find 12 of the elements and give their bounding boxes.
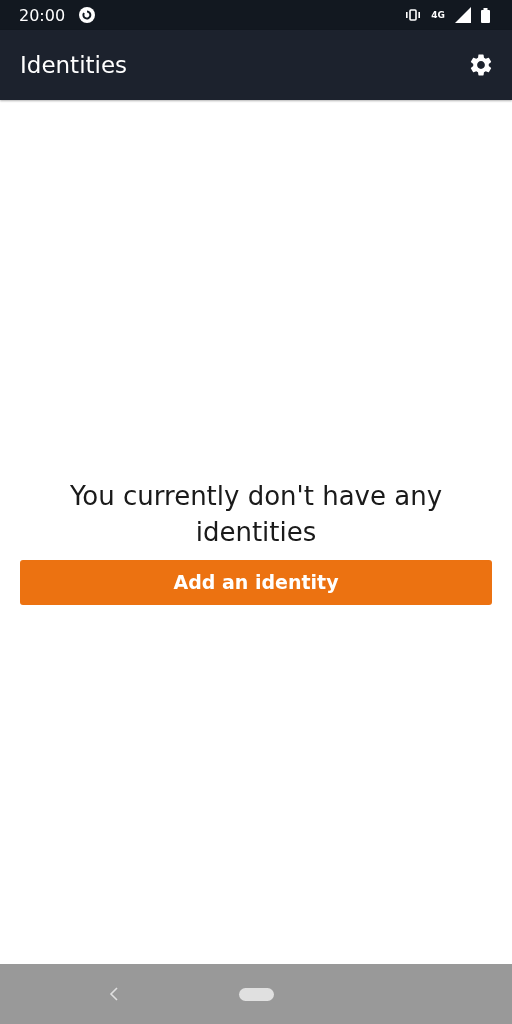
settings-icon[interactable] <box>468 52 494 78</box>
empty-message: You currently don't have any identities <box>68 479 444 549</box>
status-time: 20:00 <box>19 5 66 25</box>
home-pill[interactable] <box>238 987 274 1001</box>
app-title: Identities <box>20 52 128 78</box>
vibrate-icon <box>405 9 422 21</box>
signal-icon <box>455 7 471 23</box>
sync-icon <box>79 7 96 23</box>
network-label: 4G <box>431 10 445 20</box>
back-icon[interactable] <box>108 987 119 1001</box>
add-identity-button[interactable]: Add an identity <box>20 559 492 605</box>
battery-icon <box>481 7 490 23</box>
